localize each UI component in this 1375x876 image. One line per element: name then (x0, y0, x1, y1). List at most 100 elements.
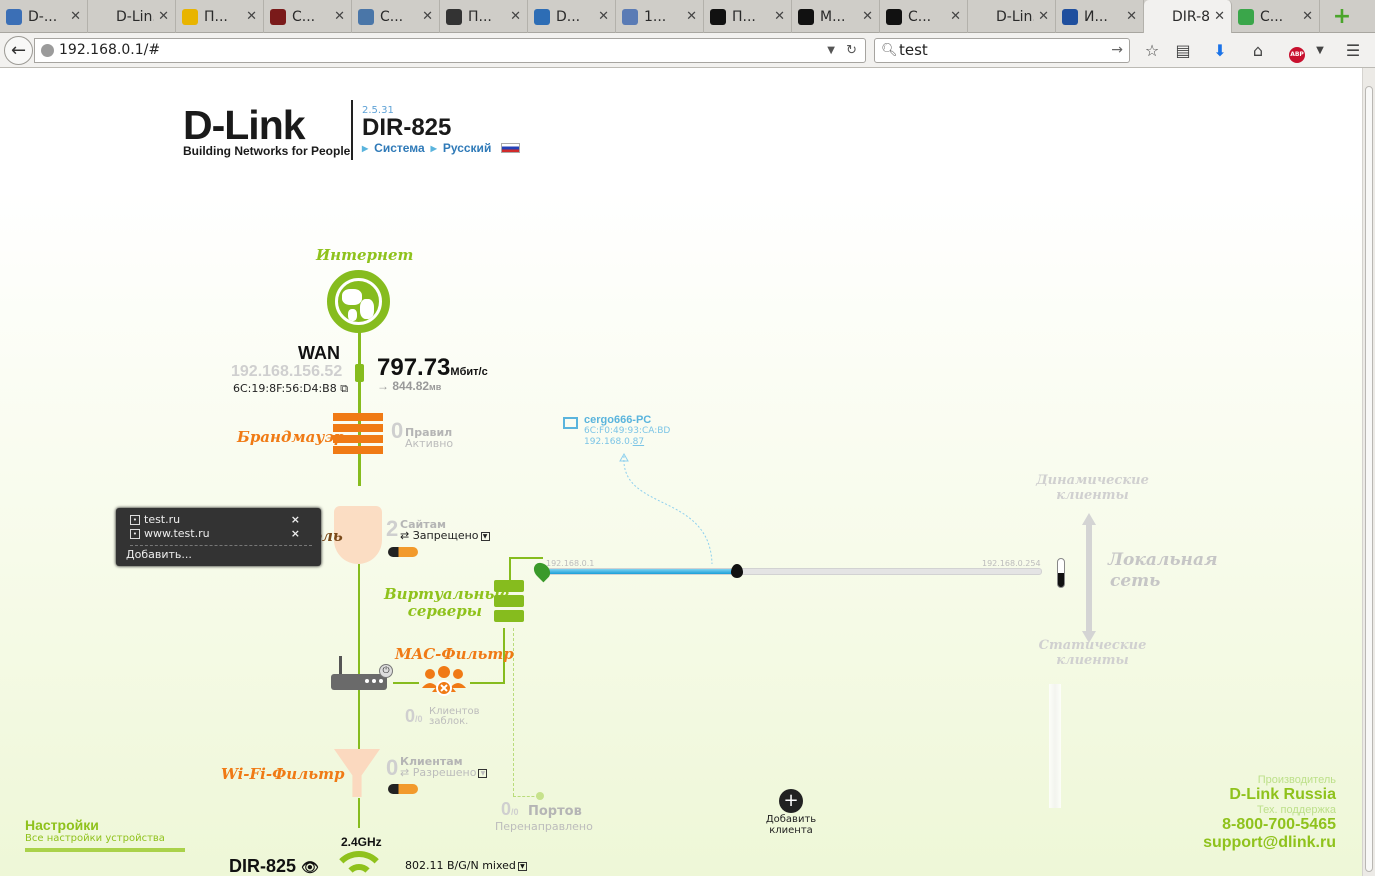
wan-traffic: → 844.82мв (377, 379, 442, 393)
dropdown-arrow-icon[interactable]: ▼ (827, 39, 835, 62)
browser-tab[interactable]: И... ✕ (1056, 0, 1144, 33)
scrollbar[interactable] (1362, 68, 1375, 876)
swap-icon: ⇄ (400, 766, 410, 779)
remove-icon[interactable]: × (291, 527, 300, 540)
close-icon[interactable]: ✕ (1038, 9, 1049, 24)
close-icon[interactable]: ✕ (510, 9, 521, 24)
close-icon[interactable]: ✕ (862, 9, 873, 24)
mac-count: 0/0 (405, 706, 423, 726)
control-mode-select[interactable]: ⇄ Запрещено ▼ (400, 529, 490, 542)
copy-icon[interactable]: ⧉ (340, 382, 348, 395)
connector-line (509, 557, 543, 559)
close-icon[interactable]: ✕ (70, 9, 81, 24)
chevron-down-icon: ▼ (517, 861, 527, 871)
tab-label: П... (468, 8, 492, 25)
adblock-dropdown-icon[interactable]: ▼ (1310, 41, 1330, 61)
settings-link[interactable]: Настройки Все настройки устройства (25, 817, 185, 852)
reload-icon[interactable]: ↻ (846, 39, 857, 62)
computer-icon[interactable] (563, 417, 578, 429)
control-toggle[interactable] (388, 547, 418, 557)
add-site-button[interactable]: Добавить... (126, 548, 192, 561)
vendor-link[interactable]: D-Link Russia (1203, 786, 1336, 804)
virtual-servers-label[interactable]: Виртуальные серверы (384, 586, 509, 620)
tab-label: П... (732, 8, 756, 25)
close-icon[interactable]: ✕ (950, 9, 961, 24)
wifi-mode-select[interactable]: 802.11 B/G/N mixed ▼ (405, 859, 527, 872)
tab-favicon-icon (886, 8, 902, 25)
wifi-filter-label[interactable]: Wi-Fi-Фильтр (221, 765, 344, 783)
reading-list-icon[interactable]: ▤ (1173, 41, 1193, 61)
mac-count-label: Клиентов заблок. (429, 706, 480, 727)
browser-tab[interactable]: М... ✕ (792, 0, 880, 33)
close-icon[interactable]: ✕ (334, 9, 345, 24)
browser-tab[interactable]: 1... ✕ (616, 0, 704, 33)
support-email[interactable]: support@dlink.ru (1203, 834, 1336, 852)
browser-tab[interactable]: С... ✕ (352, 0, 440, 33)
back-button[interactable]: ← (4, 36, 33, 65)
wifi-band: 2.4GHz (341, 835, 382, 849)
remove-icon[interactable]: × (291, 513, 300, 526)
adblock-icon[interactable]: ABP (1287, 41, 1307, 63)
browser-tab[interactable]: С... ✕ (880, 0, 968, 33)
tab-strip: D-... ✕ D-Lin... ✕ П... ✕ С... ✕ С... ✕ П... ✕ D... ✕… (0, 0, 1375, 33)
add-client-label[interactable]: Добавить клиента (756, 814, 826, 836)
tab-label: DIR-825 (1172, 8, 1211, 25)
download-icon[interactable]: ⬇ (1210, 41, 1230, 61)
browser-tab[interactable]: С... ✕ (1232, 0, 1320, 33)
browser-tab[interactable]: П... ✕ (440, 0, 528, 33)
power-icon[interactable]: ⏻ (379, 664, 393, 678)
dynamic-clients-label[interactable]: Динамические клиенты (1035, 473, 1150, 503)
search-bar[interactable]: 🔍︎ test → (874, 38, 1130, 63)
close-icon[interactable]: ✕ (246, 9, 257, 24)
new-tab-button[interactable]: + (1320, 0, 1364, 33)
firewall-brick-icon[interactable] (333, 413, 383, 456)
search-go-icon[interactable]: → (1111, 39, 1123, 62)
browser-tab[interactable]: D-Lin... ✕ (88, 0, 176, 33)
bookmark-star-icon[interactable]: ☆ (1142, 41, 1162, 61)
firewall-count: 0 (391, 418, 404, 443)
connector-line (470, 682, 505, 684)
virtual-servers-icon[interactable] (494, 580, 524, 626)
checkbox-icon[interactable]: • (130, 528, 140, 539)
close-icon[interactable]: ✕ (598, 9, 609, 24)
client-link-curve (619, 452, 713, 565)
browser-tab[interactable]: П... ✕ (176, 0, 264, 33)
close-icon[interactable]: ✕ (422, 9, 433, 24)
static-clients-label[interactable]: Статические клиенты (1035, 638, 1150, 668)
wifi-filter-mode-select[interactable]: ⇄ Разрешено ▼ (400, 766, 488, 779)
menu-icon[interactable]: ☰ (1343, 41, 1363, 61)
router-device-icon[interactable] (331, 656, 387, 690)
client-name[interactable]: cergo666-PC (584, 414, 651, 426)
close-icon[interactable]: ✕ (774, 9, 785, 24)
tab-label: D-Lin... (996, 8, 1034, 25)
lan-range-end: 192.168.0.254 (982, 559, 1041, 568)
browser-tab[interactable]: DIR-825✕ (1144, 0, 1232, 33)
wifi-filter-toggle[interactable] (388, 784, 418, 794)
blocked-site-row: • test.ru × (130, 513, 312, 526)
mac-filter-people-icon[interactable] (420, 666, 468, 698)
browser-tab[interactable]: С... ✕ (264, 0, 352, 33)
close-icon[interactable]: ✕ (158, 9, 169, 24)
internet-globe-icon[interactable] (327, 270, 390, 333)
browser-tab[interactable]: D-... ✕ (0, 0, 88, 33)
close-icon[interactable]: ✕ (1214, 9, 1225, 24)
menu-language[interactable]: Русский (443, 141, 492, 155)
browser-tab[interactable]: П... ✕ (704, 0, 792, 33)
address-bar[interactable]: 192.168.0.1/# ▼ ↻ (34, 38, 866, 63)
lan-slider-handle[interactable] (1057, 558, 1065, 588)
mac-filter-label[interactable]: MAC-Фильтр (395, 645, 514, 663)
add-client-button[interactable]: + (779, 789, 803, 813)
close-icon[interactable]: ✕ (686, 9, 697, 24)
wan-title[interactable]: WAN (298, 343, 340, 364)
eye-icon[interactable]: 👁︎ (301, 859, 319, 875)
checkbox-icon[interactable]: • (130, 514, 140, 525)
menu-system[interactable]: Система (374, 141, 425, 155)
browser-tab[interactable]: D... ✕ (528, 0, 616, 33)
firewall-label[interactable]: Брандмауэр (237, 428, 345, 446)
home-icon[interactable]: ⌂ (1248, 41, 1268, 61)
close-icon[interactable]: ✕ (1302, 9, 1313, 24)
close-icon[interactable]: ✕ (1126, 9, 1137, 24)
wifi-ssid[interactable]: DIR-825 👁︎ (229, 856, 319, 876)
browser-tab[interactable]: D-Lin... ✕ (968, 0, 1056, 33)
scrollbar-thumb[interactable] (1365, 86, 1373, 872)
